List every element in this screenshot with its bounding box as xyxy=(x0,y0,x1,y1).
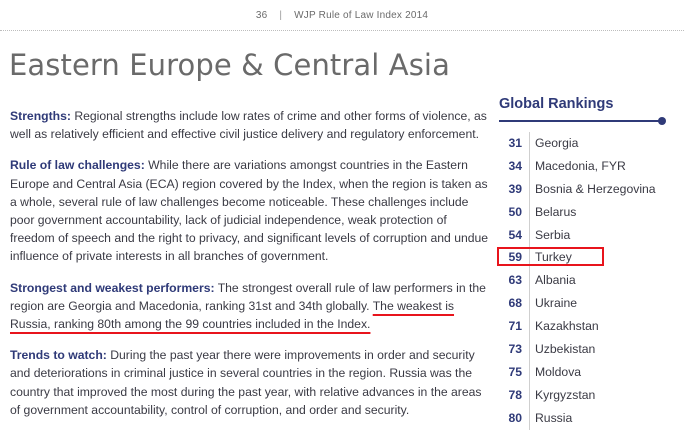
ranking-number: 34 xyxy=(508,158,522,173)
ranking-country: Kyrgyzstan xyxy=(535,387,596,402)
ranking-row: 39 Bosnia & Herzegovina xyxy=(508,178,669,201)
header-divider xyxy=(0,30,684,31)
strengths-lead: Strengths: xyxy=(10,109,71,123)
ranking-number: 63 xyxy=(508,273,522,288)
performers-paragraph: Strongest and weakest performers: The st… xyxy=(10,279,490,334)
rankings-divider xyxy=(499,117,666,125)
ranking-country: Macedonia, FYR xyxy=(535,158,626,173)
ranking-country: Ukraine xyxy=(535,296,577,311)
ranking-row: 78 Kyrgyzstan xyxy=(508,384,669,407)
strengths-text: Regional strengths include low rates of … xyxy=(10,109,487,142)
ranking-row: 63 Albania xyxy=(508,269,669,292)
global-rankings-panel: Global Rankings 31 Georgia 34 Macedonia, F… xyxy=(497,96,669,430)
page-number: 36 xyxy=(255,10,268,21)
divider-dot-icon xyxy=(658,117,666,125)
ranking-number: 54 xyxy=(508,227,522,242)
ranking-country: Turkey xyxy=(535,250,572,265)
ranking-number: 73 xyxy=(508,342,522,357)
ranking-number: 75 xyxy=(508,364,522,379)
trends-paragraph: Trends to watch: During the past year th… xyxy=(10,346,490,419)
ranking-country: Bosnia & Herzegovina xyxy=(535,181,656,196)
ranking-row: 71 Kazakhstan xyxy=(508,315,669,338)
rankings-title: Global Rankings xyxy=(499,96,614,112)
ranking-country: Russia xyxy=(535,410,573,425)
page-header: 36 | WJP Rule of Law Index 2014 xyxy=(0,10,684,21)
ranking-country: Kazakhstan xyxy=(535,319,599,334)
ranking-number: 78 xyxy=(508,387,522,402)
ranking-number: 31 xyxy=(508,136,522,150)
performers-lead: Strongest and weakest performers: xyxy=(10,280,215,295)
ranking-number: 59 xyxy=(508,250,522,265)
ranking-row: 54 Serbia xyxy=(508,224,669,247)
ranking-country: Belarus xyxy=(535,204,577,219)
ranking-number: 71 xyxy=(508,319,522,334)
strengths-paragraph: Strengths: Regional strengths include lo… xyxy=(10,107,490,143)
page-title: Eastern Europe & Central Asia xyxy=(9,48,450,82)
ranking-number: 80 xyxy=(508,410,522,425)
ranking-country: Moldova xyxy=(535,364,582,379)
main-text: Strengths: Regional strengths include lo… xyxy=(10,107,490,432)
rankings-list: 31 Georgia 34 Macedonia, FYR 39 Bosnia & He… xyxy=(497,132,669,430)
publication-title: WJP Rule of Law Index 2014 xyxy=(294,10,429,21)
ranking-row: 68 Ukraine xyxy=(508,292,669,315)
ranking-row: 80 Russia xyxy=(508,407,669,430)
header-separator: | xyxy=(279,10,283,21)
ranking-row: 31 Georgia xyxy=(508,132,669,155)
ranking-row-highlighted: 59 Turkey xyxy=(497,246,669,269)
challenges-paragraph: Rule of law challenges: While there are … xyxy=(10,156,490,265)
trends-lead: Trends to watch: xyxy=(10,348,107,363)
ranking-row: 34 Macedonia, FYR xyxy=(508,155,669,178)
ranking-number: 68 xyxy=(508,296,522,311)
ranking-number: 50 xyxy=(508,204,522,219)
ranking-row: 75 Moldova xyxy=(508,361,669,384)
challenges-text: While there are variations amongst count… xyxy=(10,158,489,264)
ranking-country: Albania xyxy=(535,273,576,288)
ranking-row: 50 Belarus xyxy=(508,201,669,224)
ranking-number: 39 xyxy=(508,181,522,196)
challenges-lead: Rule of law challenges: xyxy=(10,158,145,173)
ranking-row: 73 Uzbekistan xyxy=(508,338,669,361)
ranking-country: Georgia xyxy=(535,136,579,150)
ranking-country: Serbia xyxy=(535,227,571,242)
ranking-country: Uzbekistan xyxy=(535,342,596,357)
